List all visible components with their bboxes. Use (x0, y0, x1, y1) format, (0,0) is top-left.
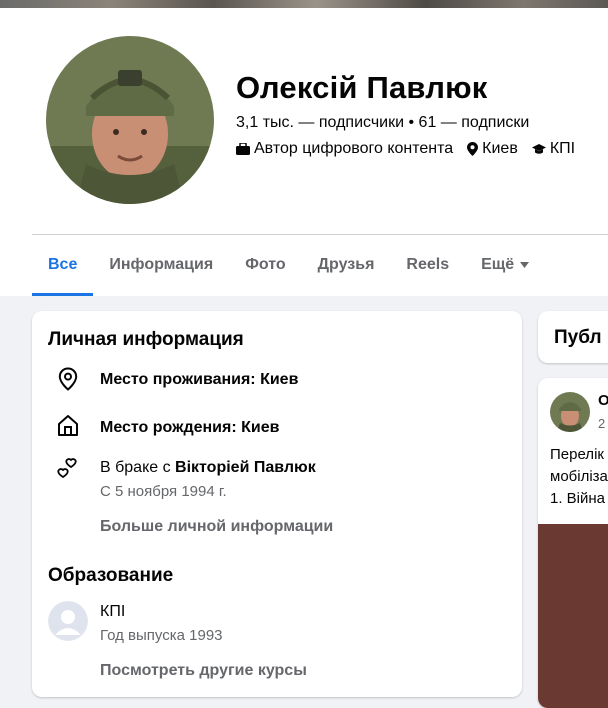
intro-title: Личная информация (48, 329, 244, 350)
profile-name: Олексій Павлюк (236, 70, 488, 105)
tab-all[interactable]: Все (32, 244, 94, 296)
residence-text: Место проживания: Киев (100, 371, 299, 388)
profile-meta: Автор цифрового контента Киев КПІ (236, 140, 589, 158)
tab-more[interactable]: Ещё (465, 244, 545, 296)
follow-stats: 3,1 тыс. — подписчики • 61 — подписки (236, 114, 529, 132)
tab-friends[interactable]: Друзья (302, 244, 391, 296)
tab-about[interactable]: Информация (93, 244, 229, 296)
followers-count-link[interactable]: 3,1 тыс. — подписчики (236, 114, 404, 131)
birthplace-text: Место рождения: Киев (100, 419, 280, 436)
header-divider (32, 234, 608, 235)
tab-photos[interactable]: Фото (229, 244, 301, 296)
school-name-link[interactable]: КПІ (100, 603, 223, 621)
profile-city[interactable]: Киев (467, 140, 518, 158)
relationship-row: В браке с Вікторіей Павлюк С 5 ноября 19… (54, 455, 316, 500)
hearts-icon (54, 455, 82, 483)
partner-link[interactable]: Вікторіей Павлюк (175, 459, 316, 476)
post-card: О 2 Перелік мобіліза 1. Війна (538, 378, 608, 708)
location-pin-icon (54, 365, 82, 393)
profile-role: Автор цифрового контента (236, 140, 453, 158)
education-text: КПІ Год выпуска 1993 (100, 601, 223, 644)
post-date[interactable]: 2 (598, 416, 605, 431)
tab-reels[interactable]: Reels (390, 244, 465, 296)
relationship-text: В браке с Вікторіей Павлюк С 5 ноября 19… (100, 455, 316, 500)
more-personal-info-link[interactable]: Больше личной информации (100, 518, 333, 536)
education-row: КПІ Год выпуска 1993 (48, 601, 223, 644)
residence-city-link[interactable]: Киев (260, 371, 298, 388)
post-author-avatar[interactable] (550, 392, 590, 432)
residence-row: Место проживания: Киев (54, 365, 298, 393)
posts-header-card: Публ (538, 311, 608, 363)
caret-down-icon (520, 262, 530, 268)
relationship-line: В браке с Вікторіей Павлюк (100, 459, 316, 476)
briefcase-icon (236, 143, 250, 155)
post-author-name[interactable]: О (598, 392, 608, 409)
post-text: Перелік мобіліза 1. Війна (550, 446, 608, 507)
more-courses-link[interactable]: Посмотреть другие курсы (100, 662, 307, 680)
stats-separator: • (408, 114, 415, 131)
profile-header: Олексій Павлюк 3,1 тыс. — подписчики • 6… (0, 8, 608, 296)
post-media-image[interactable] (538, 524, 608, 708)
cover-photo[interactable] (0, 0, 608, 8)
home-icon (54, 411, 82, 439)
birthplace-city-link[interactable]: Киев (241, 419, 279, 436)
posts-title: Публ (554, 327, 602, 348)
profile-school[interactable]: КПІ (531, 140, 575, 158)
following-count-link[interactable]: 61 — подписки (419, 114, 530, 131)
class-of-year: Год выпуска 1993 (100, 627, 223, 644)
education-title: Образование (48, 565, 174, 586)
profile-tabs: Все Информация Фото Друзья Reels Ещё (32, 244, 545, 296)
birthplace-row: Место рождения: Киев (54, 411, 279, 439)
school-avatar[interactable] (48, 601, 88, 641)
profile-avatar[interactable] (46, 36, 214, 204)
relationship-since: С 5 ноября 1994 г. (100, 483, 227, 500)
intro-card: Личная информация Место проживания: Киев… (32, 311, 522, 697)
graduation-cap-icon (531, 143, 546, 154)
location-pin-icon (467, 142, 479, 156)
